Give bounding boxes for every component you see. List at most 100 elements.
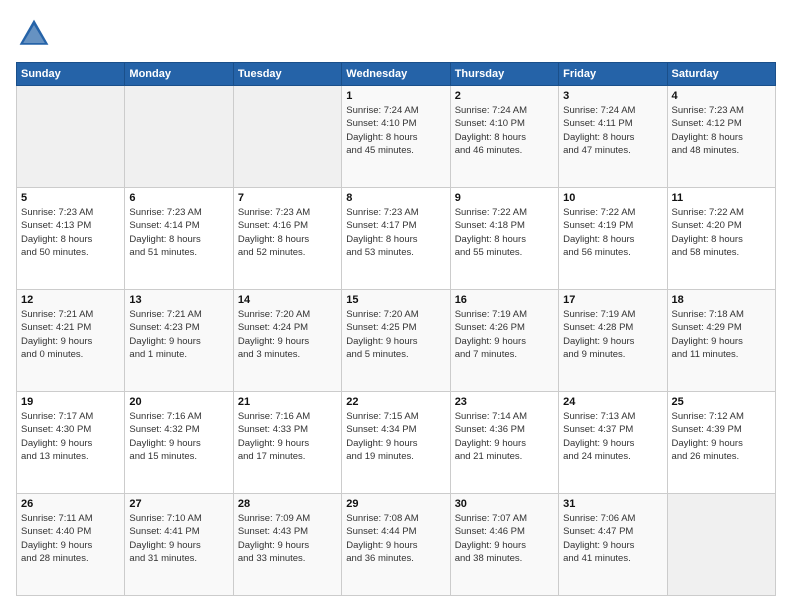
calendar-day-cell: 18 Sunrise: 7:18 AM Sunset: 4:29 PM Dayli… — [667, 290, 775, 392]
day-number: 12 — [21, 294, 120, 306]
day-number: 24 — [563, 396, 662, 408]
day-info: Sunrise: 7:16 AM Sunset: 4:32 PM Dayligh… — [129, 410, 228, 463]
calendar-day-cell — [233, 86, 341, 188]
day-info: Sunrise: 7:24 AM Sunset: 4:10 PM Dayligh… — [455, 104, 554, 157]
calendar-day-cell: 24 Sunrise: 7:13 AM Sunset: 4:37 PM Dayli… — [559, 392, 667, 494]
day-info: Sunrise: 7:14 AM Sunset: 4:36 PM Dayligh… — [455, 410, 554, 463]
day-of-week-header: Tuesday — [233, 63, 341, 86]
calendar-day-cell: 5Sunrise: 7:23 AM Sunset: 4:13 PM Daylig… — [17, 188, 125, 290]
day-number: 13 — [129, 294, 228, 306]
calendar-day-cell: 27 Sunrise: 7:10 AM Sunset: 4:41 PM Dayli… — [125, 494, 233, 596]
calendar-day-cell — [17, 86, 125, 188]
day-info: Sunrise: 7:23 AM Sunset: 4:16 PM Dayligh… — [238, 206, 337, 259]
day-of-week-header: Thursday — [450, 63, 558, 86]
day-info: Sunrise: 7:13 AM Sunset: 4:37 PM Dayligh… — [563, 410, 662, 463]
day-info: Sunrise: 7:09 AM Sunset: 4:43 PM Dayligh… — [238, 512, 337, 565]
calendar-day-cell: 28 Sunrise: 7:09 AM Sunset: 4:43 PM Dayli… — [233, 494, 341, 596]
calendar-day-cell: 12 Sunrise: 7:21 AM Sunset: 4:21 PM Dayli… — [17, 290, 125, 392]
calendar-day-cell: 10 Sunrise: 7:22 AM Sunset: 4:19 PM Dayli… — [559, 188, 667, 290]
calendar-day-cell: 6 Sunrise: 7:23 AM Sunset: 4:14 PM Daylig… — [125, 188, 233, 290]
calendar-day-cell: 17Sunrise: 7:19 AM Sunset: 4:28 PM Dayli… — [559, 290, 667, 392]
day-number: 10 — [563, 192, 662, 204]
calendar-day-cell: 8 Sunrise: 7:23 AM Sunset: 4:17 PM Daylig… — [342, 188, 450, 290]
day-of-week-header: Wednesday — [342, 63, 450, 86]
day-number: 23 — [455, 396, 554, 408]
day-number: 30 — [455, 498, 554, 510]
day-of-week-header: Saturday — [667, 63, 775, 86]
calendar-day-cell: 29 Sunrise: 7:08 AM Sunset: 4:44 PM Dayli… — [342, 494, 450, 596]
day-info: Sunrise: 7:22 AM Sunset: 4:20 PM Dayligh… — [672, 206, 771, 259]
day-number: 28 — [238, 498, 337, 510]
calendar-week-row: 5Sunrise: 7:23 AM Sunset: 4:13 PM Daylig… — [17, 188, 776, 290]
day-info: Sunrise: 7:06 AM Sunset: 4:47 PM Dayligh… — [563, 512, 662, 565]
calendar-day-cell: 9 Sunrise: 7:22 AM Sunset: 4:18 PM Daylig… — [450, 188, 558, 290]
day-info: Sunrise: 7:15 AM Sunset: 4:34 PM Dayligh… — [346, 410, 445, 463]
calendar-day-cell: 4 Sunrise: 7:23 AM Sunset: 4:12 PM Daylig… — [667, 86, 775, 188]
calendar-week-row: 1 Sunrise: 7:24 AM Sunset: 4:10 PM Daylig… — [17, 86, 776, 188]
day-number: 4 — [672, 90, 771, 102]
day-info: Sunrise: 7:23 AM Sunset: 4:14 PM Dayligh… — [129, 206, 228, 259]
logo-icon — [16, 16, 52, 52]
calendar-day-cell: 22 Sunrise: 7:15 AM Sunset: 4:34 PM Dayli… — [342, 392, 450, 494]
calendar-day-cell: 2 Sunrise: 7:24 AM Sunset: 4:10 PM Daylig… — [450, 86, 558, 188]
calendar-week-row: 12 Sunrise: 7:21 AM Sunset: 4:21 PM Dayli… — [17, 290, 776, 392]
day-number: 11 — [672, 192, 771, 204]
calendar-day-cell: 15 Sunrise: 7:20 AM Sunset: 4:25 PM Dayli… — [342, 290, 450, 392]
day-info: Sunrise: 7:22 AM Sunset: 4:19 PM Dayligh… — [563, 206, 662, 259]
day-number: 26 — [21, 498, 120, 510]
calendar-week-row: 26 Sunrise: 7:11 AM Sunset: 4:40 PM Dayli… — [17, 494, 776, 596]
day-info: Sunrise: 7:08 AM Sunset: 4:44 PM Dayligh… — [346, 512, 445, 565]
day-info: Sunrise: 7:23 AM Sunset: 4:12 PM Dayligh… — [672, 104, 771, 157]
day-number: 7 — [238, 192, 337, 204]
calendar-day-cell: 30Sunrise: 7:07 AM Sunset: 4:46 PM Dayli… — [450, 494, 558, 596]
day-number: 1 — [346, 90, 445, 102]
day-number: 6 — [129, 192, 228, 204]
day-info: Sunrise: 7:23 AM Sunset: 4:17 PM Dayligh… — [346, 206, 445, 259]
calendar-day-cell — [125, 86, 233, 188]
day-number: 15 — [346, 294, 445, 306]
calendar-day-cell: 14Sunrise: 7:20 AM Sunset: 4:24 PM Dayli… — [233, 290, 341, 392]
day-number: 18 — [672, 294, 771, 306]
calendar-day-cell: 1 Sunrise: 7:24 AM Sunset: 4:10 PM Daylig… — [342, 86, 450, 188]
day-number: 16 — [455, 294, 554, 306]
day-info: Sunrise: 7:16 AM Sunset: 4:33 PM Dayligh… — [238, 410, 337, 463]
day-number: 9 — [455, 192, 554, 204]
day-info: Sunrise: 7:17 AM Sunset: 4:30 PM Dayligh… — [21, 410, 120, 463]
day-number: 22 — [346, 396, 445, 408]
calendar-table: SundayMondayTuesdayWednesdayThursdayFrid… — [16, 62, 776, 596]
calendar-day-cell: 13 Sunrise: 7:21 AM Sunset: 4:23 PM Dayli… — [125, 290, 233, 392]
day-info: Sunrise: 7:19 AM Sunset: 4:26 PM Dayligh… — [455, 308, 554, 361]
day-info: Sunrise: 7:24 AM Sunset: 4:11 PM Dayligh… — [563, 104, 662, 157]
day-number: 2 — [455, 90, 554, 102]
day-number: 19 — [21, 396, 120, 408]
calendar-day-cell: 11 Sunrise: 7:22 AM Sunset: 4:20 PM Dayli… — [667, 188, 775, 290]
calendar-day-cell: 26 Sunrise: 7:11 AM Sunset: 4:40 PM Dayli… — [17, 494, 125, 596]
day-info: Sunrise: 7:24 AM Sunset: 4:10 PM Dayligh… — [346, 104, 445, 157]
calendar-day-cell — [667, 494, 775, 596]
logo — [16, 16, 58, 52]
day-number: 25 — [672, 396, 771, 408]
day-number: 27 — [129, 498, 228, 510]
day-number: 5 — [21, 192, 120, 204]
day-info: Sunrise: 7:21 AM Sunset: 4:23 PM Dayligh… — [129, 308, 228, 361]
calendar-week-row: 19 Sunrise: 7:17 AM Sunset: 4:30 PM Dayli… — [17, 392, 776, 494]
day-info: Sunrise: 7:20 AM Sunset: 4:24 PM Dayligh… — [238, 308, 337, 361]
calendar-day-cell: 21Sunrise: 7:16 AM Sunset: 4:33 PM Dayli… — [233, 392, 341, 494]
calendar-day-cell: 3 Sunrise: 7:24 AM Sunset: 4:11 PM Daylig… — [559, 86, 667, 188]
day-number: 29 — [346, 498, 445, 510]
day-info: Sunrise: 7:21 AM Sunset: 4:21 PM Dayligh… — [21, 308, 120, 361]
day-info: Sunrise: 7:20 AM Sunset: 4:25 PM Dayligh… — [346, 308, 445, 361]
day-number: 8 — [346, 192, 445, 204]
day-number: 3 — [563, 90, 662, 102]
day-info: Sunrise: 7:18 AM Sunset: 4:29 PM Dayligh… — [672, 308, 771, 361]
day-number: 20 — [129, 396, 228, 408]
day-of-week-header: Friday — [559, 63, 667, 86]
day-info: Sunrise: 7:11 AM Sunset: 4:40 PM Dayligh… — [21, 512, 120, 565]
day-info: Sunrise: 7:10 AM Sunset: 4:41 PM Dayligh… — [129, 512, 228, 565]
calendar-day-cell: 31Sunrise: 7:06 AM Sunset: 4:47 PM Dayli… — [559, 494, 667, 596]
calendar-day-cell: 19 Sunrise: 7:17 AM Sunset: 4:30 PM Dayli… — [17, 392, 125, 494]
calendar-day-cell: 16 Sunrise: 7:19 AM Sunset: 4:26 PM Dayli… — [450, 290, 558, 392]
day-info: Sunrise: 7:19 AM Sunset: 4:28 PM Dayligh… — [563, 308, 662, 361]
day-of-week-header: Sunday — [17, 63, 125, 86]
day-info: Sunrise: 7:22 AM Sunset: 4:18 PM Dayligh… — [455, 206, 554, 259]
